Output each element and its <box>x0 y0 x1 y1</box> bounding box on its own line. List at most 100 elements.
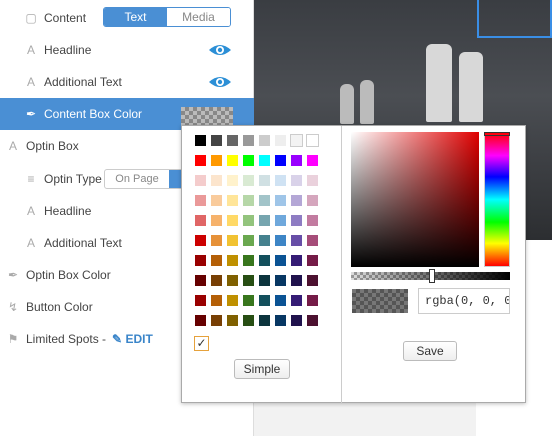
color-swatch[interactable] <box>242 314 255 327</box>
color-swatch[interactable] <box>258 314 271 327</box>
color-swatch[interactable] <box>306 174 319 187</box>
color-swatch[interactable] <box>226 274 239 287</box>
color-swatch[interactable] <box>290 174 303 187</box>
color-swatch[interactable] <box>306 194 319 207</box>
color-swatch[interactable] <box>194 174 207 187</box>
color-swatch[interactable] <box>210 274 223 287</box>
simple-button[interactable]: Simple <box>234 359 290 379</box>
color-swatch[interactable] <box>306 294 319 307</box>
color-swatch[interactable] <box>210 174 223 187</box>
color-swatch[interactable] <box>226 154 239 167</box>
rgba-input[interactable]: rgba(0, 0, 0, 0. <box>418 288 510 314</box>
color-swatch[interactable] <box>274 214 287 227</box>
selection-frame[interactable] <box>477 0 552 38</box>
color-swatch[interactable] <box>242 134 255 147</box>
color-swatch[interactable] <box>242 214 255 227</box>
color-swatch[interactable] <box>226 294 239 307</box>
color-swatch[interactable] <box>258 254 271 267</box>
color-swatch[interactable] <box>242 234 255 247</box>
color-swatch[interactable] <box>226 194 239 207</box>
color-swatch[interactable] <box>290 134 303 147</box>
color-swatch[interactable] <box>290 214 303 227</box>
color-swatch[interactable] <box>274 314 287 327</box>
color-swatch[interactable] <box>194 234 207 247</box>
paintbrush-icon: ✒ <box>25 107 37 121</box>
color-swatch[interactable] <box>210 314 223 327</box>
hue-slider-handle[interactable] <box>484 132 510 136</box>
color-swatch[interactable] <box>194 274 207 287</box>
content-box-color-label: Content Box Color <box>44 107 143 121</box>
optin-type-toggle[interactable]: On Page <box>104 169 184 189</box>
color-swatch[interactable] <box>226 134 239 147</box>
color-swatch[interactable] <box>242 274 255 287</box>
color-swatch[interactable] <box>226 174 239 187</box>
color-swatch[interactable] <box>194 194 207 207</box>
color-swatch[interactable] <box>210 194 223 207</box>
color-swatch[interactable] <box>210 154 223 167</box>
color-swatch[interactable] <box>258 194 271 207</box>
color-swatch[interactable] <box>226 314 239 327</box>
color-swatch[interactable] <box>274 234 287 247</box>
color-swatch[interactable] <box>290 314 303 327</box>
color-swatch[interactable] <box>290 154 303 167</box>
color-swatch[interactable] <box>210 254 223 267</box>
color-swatch[interactable] <box>274 254 287 267</box>
color-swatch[interactable] <box>258 154 271 167</box>
color-swatch[interactable] <box>290 274 303 287</box>
color-swatch[interactable] <box>210 214 223 227</box>
optin-type-on-page[interactable]: On Page <box>105 170 169 188</box>
save-button[interactable]: Save <box>403 341 457 361</box>
color-swatch[interactable] <box>194 134 207 147</box>
color-swatch[interactable] <box>258 174 271 187</box>
transparent-swatch-checkbox[interactable]: ✓ <box>194 336 209 351</box>
color-swatch[interactable] <box>194 254 207 267</box>
color-swatch[interactable] <box>274 154 287 167</box>
color-swatch[interactable] <box>290 194 303 207</box>
color-swatch[interactable] <box>306 254 319 267</box>
color-swatch[interactable] <box>258 234 271 247</box>
saturation-value-area[interactable] <box>351 132 479 267</box>
color-swatch[interactable] <box>274 174 287 187</box>
color-swatch[interactable] <box>210 134 223 147</box>
color-swatch[interactable] <box>194 314 207 327</box>
color-swatch[interactable] <box>258 294 271 307</box>
color-swatch[interactable] <box>242 254 255 267</box>
color-swatch[interactable] <box>194 154 207 167</box>
color-swatch[interactable] <box>194 214 207 227</box>
tab-media[interactable]: Media <box>167 8 230 26</box>
alpha-slider-handle[interactable] <box>429 269 435 283</box>
color-swatch[interactable] <box>258 214 271 227</box>
color-swatch[interactable] <box>274 194 287 207</box>
color-swatch[interactable] <box>306 314 319 327</box>
color-swatch[interactable] <box>258 274 271 287</box>
color-swatch[interactable] <box>242 154 255 167</box>
color-swatch[interactable] <box>306 274 319 287</box>
color-swatch[interactable] <box>290 294 303 307</box>
color-swatch[interactable] <box>306 234 319 247</box>
color-swatch[interactable] <box>258 134 271 147</box>
color-swatch[interactable] <box>210 234 223 247</box>
visibility-eye-icon[interactable] <box>208 75 232 89</box>
color-swatch[interactable] <box>194 294 207 307</box>
color-swatch[interactable] <box>306 154 319 167</box>
headline-label: Headline <box>44 43 92 57</box>
tab-text[interactable]: Text <box>104 8 167 26</box>
color-swatch[interactable] <box>242 174 255 187</box>
color-swatch[interactable] <box>274 274 287 287</box>
lightning-icon: ↯ <box>7 300 19 314</box>
color-swatch[interactable] <box>290 254 303 267</box>
color-swatch[interactable] <box>242 294 255 307</box>
color-swatch[interactable] <box>226 214 239 227</box>
color-swatch[interactable] <box>226 234 239 247</box>
color-swatch[interactable] <box>226 254 239 267</box>
edit-link[interactable]: ✎ EDIT <box>112 332 153 346</box>
color-swatch[interactable] <box>306 214 319 227</box>
color-swatch[interactable] <box>306 134 319 147</box>
color-swatch[interactable] <box>274 294 287 307</box>
hue-slider[interactable] <box>484 132 510 267</box>
visibility-eye-icon[interactable] <box>208 43 232 57</box>
color-swatch[interactable] <box>242 194 255 207</box>
color-swatch[interactable] <box>290 234 303 247</box>
color-swatch[interactable] <box>210 294 223 307</box>
color-swatch[interactable] <box>274 134 287 147</box>
